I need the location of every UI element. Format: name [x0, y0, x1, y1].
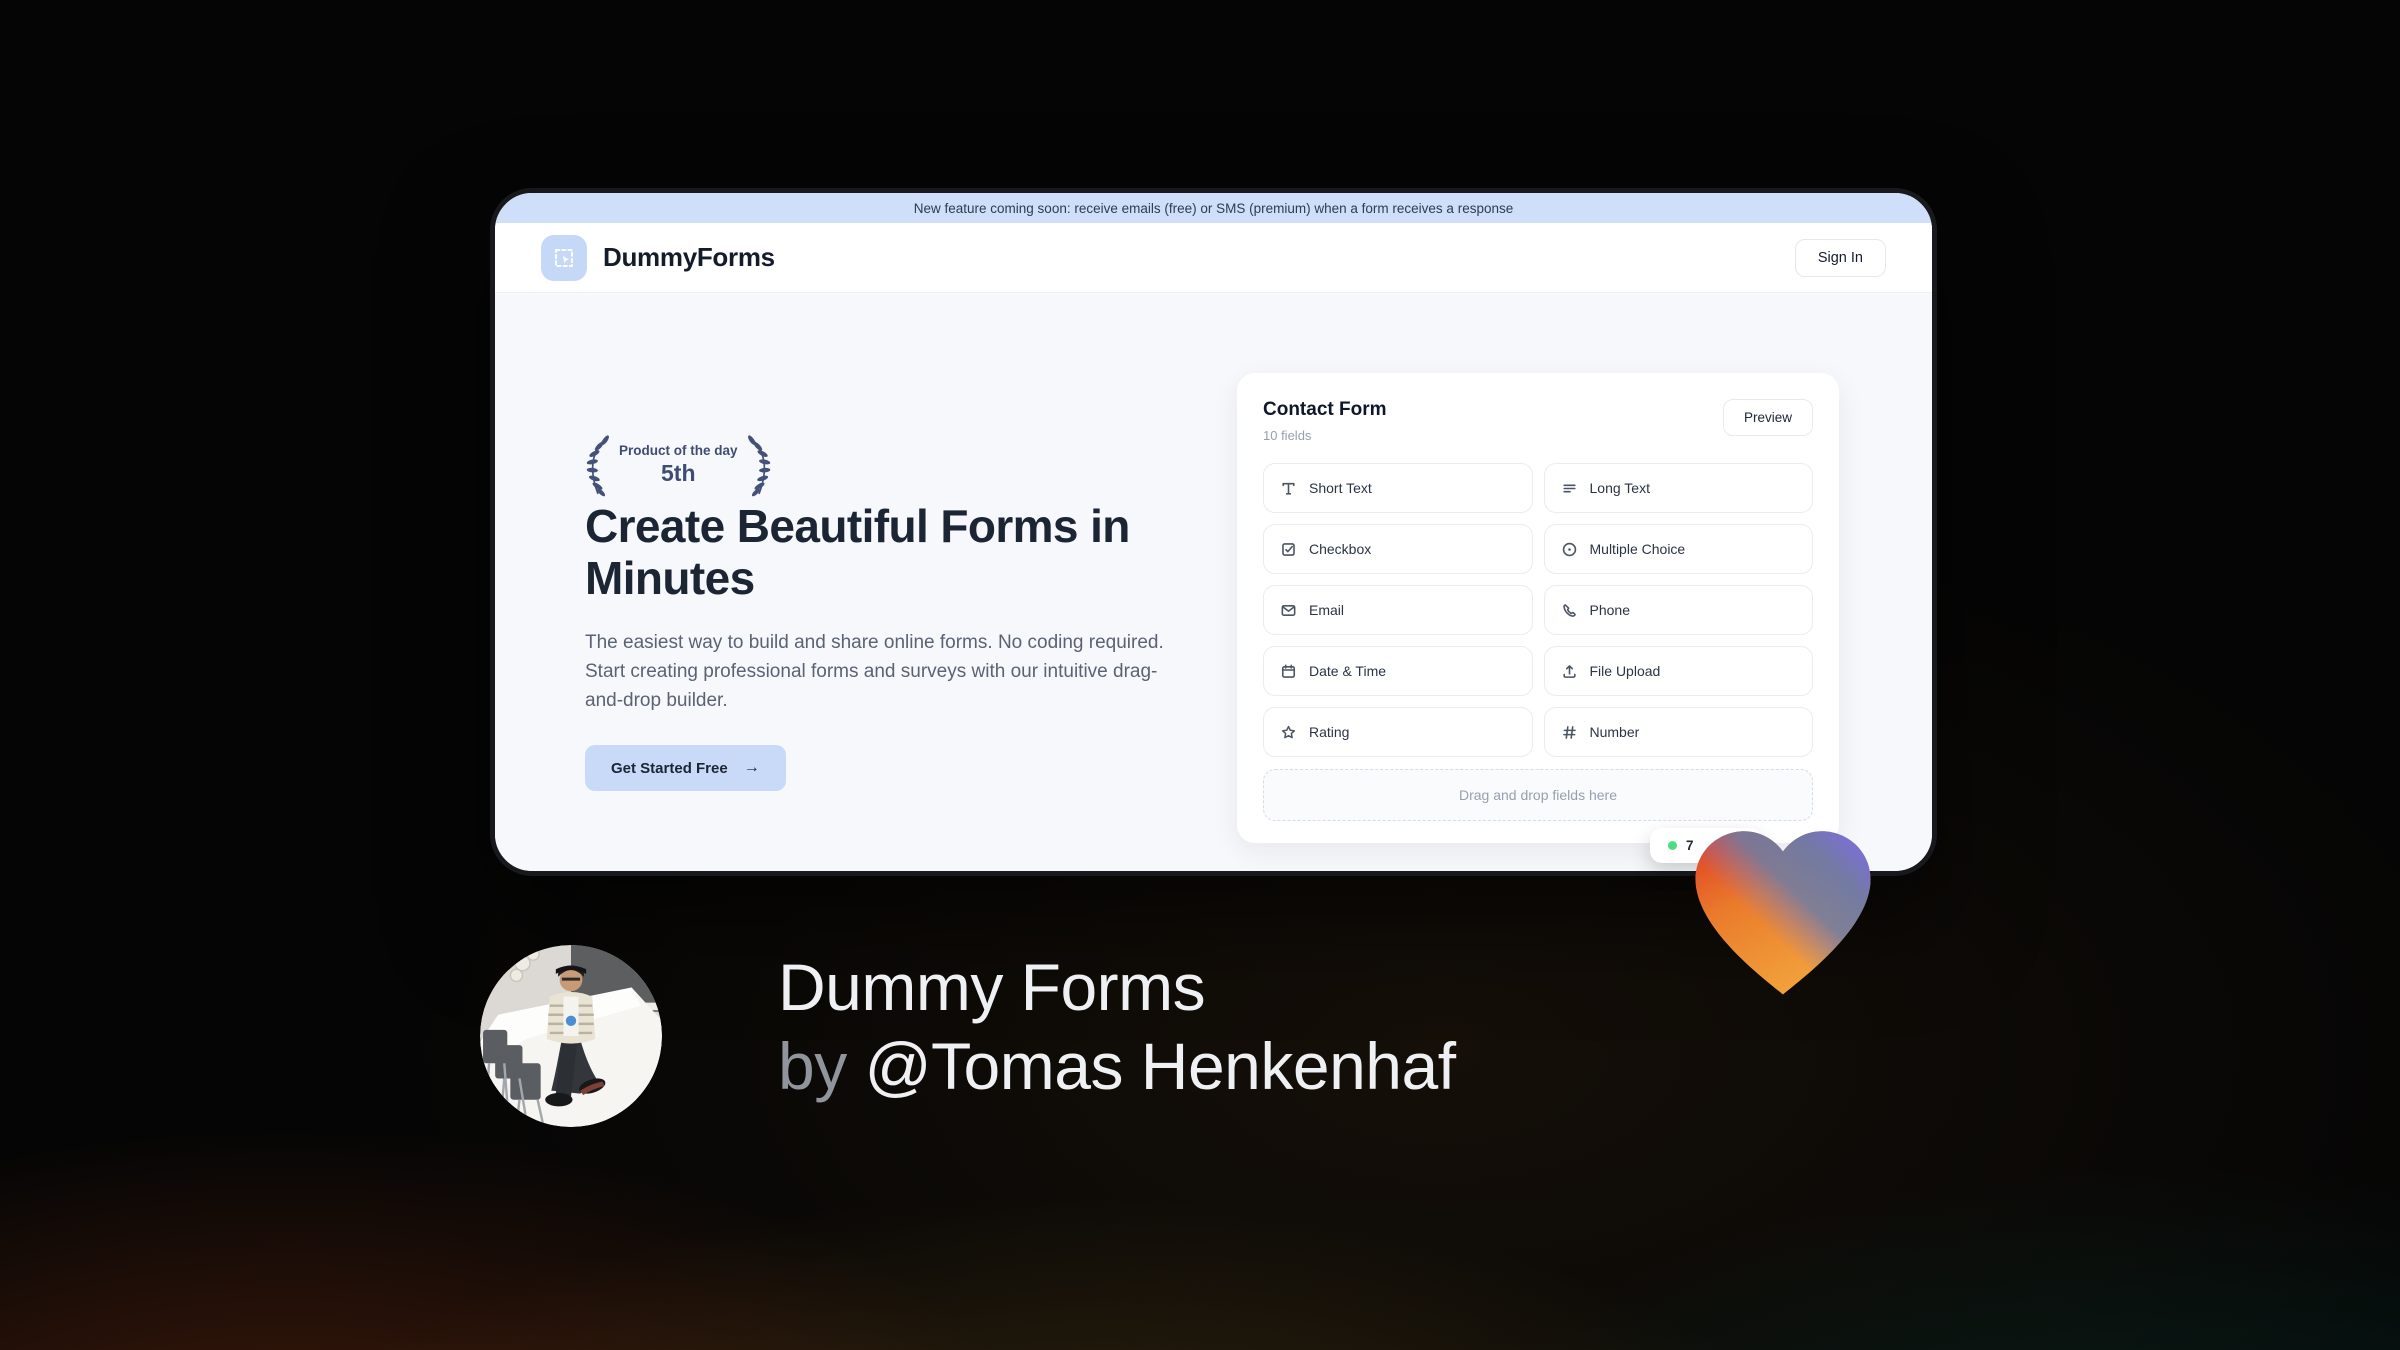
upload-icon: [1562, 664, 1576, 678]
page-title: Create Beautiful Forms in Minutes: [585, 500, 1130, 604]
radio-circle-icon: [1562, 542, 1576, 556]
long-text-icon: [1562, 484, 1576, 492]
status-dot: [1668, 841, 1677, 850]
author-avatar-illustration: [480, 945, 662, 1127]
announcement-banner: New feature coming soon: receive emails …: [495, 193, 1932, 223]
author-avatar: [480, 945, 662, 1127]
get-started-label: Get Started Free: [611, 759, 728, 777]
field-tile-long-text[interactable]: Long Text: [1543, 463, 1813, 513]
form-title: Contact Form: [1263, 399, 1387, 420]
drag-drop-label: Drag and drop fields here: [1459, 787, 1617, 803]
hero-description: The easiest way to build and share onlin…: [585, 632, 1164, 711]
field-tile-file-upload[interactable]: File Upload: [1543, 646, 1813, 696]
field-tile-email[interactable]: Email: [1263, 585, 1533, 635]
field-tile-number[interactable]: Number: [1543, 707, 1813, 757]
get-started-button[interactable]: Get Started Free →: [585, 745, 786, 791]
hero-section: Product of the day 5th Create Beautiful …: [495, 293, 1932, 871]
preview-button[interactable]: Preview: [1722, 399, 1813, 436]
field-tile-checkbox[interactable]: Checkbox: [1263, 524, 1533, 574]
field-tile-short-text[interactable]: Short Text: [1263, 463, 1533, 513]
promo-canvas: New feature coming soon: receive emails …: [0, 0, 2400, 1350]
phone-icon: [1562, 603, 1576, 617]
field-tile-multiple-choice[interactable]: Multiple Choice: [1543, 524, 1813, 574]
announcement-text: New feature coming soon: receive emails …: [913, 200, 1514, 216]
calendar-icon: [1281, 664, 1296, 678]
form-builder-card: Contact Form 10 fields Preview Short Tex…: [1237, 373, 1839, 843]
product-of-the-day-badge: Product of the day 5th: [583, 433, 774, 497]
badge-line-1: Product of the day: [619, 443, 738, 458]
gradient-heart-icon: [1695, 831, 1871, 995]
caption-author-handle: @Tomas Henkenhaf: [864, 1029, 1456, 1103]
brand-title: DummyForms: [603, 242, 775, 272]
field-tile-phone[interactable]: Phone: [1543, 585, 1813, 635]
envelope-icon: [1281, 604, 1296, 616]
short-text-icon: [1282, 482, 1295, 495]
form-field-count: 10 fields: [1263, 428, 1312, 443]
checkbox-icon: [1282, 542, 1295, 556]
hash-icon: [1562, 725, 1576, 739]
author-caption: Dummy Forms by @Tomas Henkenhaf: [778, 948, 1456, 1106]
laurel-right-icon: [747, 435, 770, 497]
app-header: DummyForms Sign In: [495, 223, 1932, 293]
field-tile-rating[interactable]: Rating: [1263, 707, 1533, 757]
star-icon: [1281, 725, 1296, 738]
caption-product-name: Dummy Forms: [778, 950, 1206, 1024]
caption-byline-prefix: by: [778, 1029, 847, 1103]
app-window: New feature coming soon: receive emails …: [490, 188, 1937, 876]
sign-in-button[interactable]: Sign In: [1794, 238, 1886, 277]
field-type-grid: Short Text Long Text Checkbox Multiple C…: [1263, 463, 1813, 757]
badge-rank: 5th: [661, 460, 696, 486]
laurel-left-icon: [586, 435, 609, 497]
arrow-right-icon: →: [743, 759, 760, 776]
dashed-select-cursor-icon: [541, 234, 587, 281]
field-tile-date-time[interactable]: Date & Time: [1263, 646, 1533, 696]
